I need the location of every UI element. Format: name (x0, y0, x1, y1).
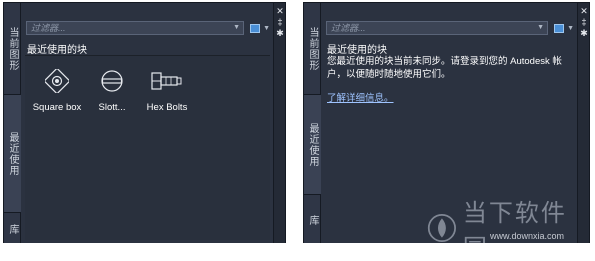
tab-recent-label: 最近使用 (7, 131, 18, 176)
tab-libraries[interactable]: 库 (304, 195, 321, 246)
filter-placeholder: 过滤器... (331, 23, 366, 33)
block-palette-right: 当前图形 最近使用 库 过滤器... ▼ ▼ 最近使用的块 您最近使用的块当前未… (303, 2, 590, 261)
palette-side-tabs: 当前图形 最近使用 库 (304, 3, 321, 246)
block-label: Slott... (98, 102, 126, 113)
tab-current-drawing-label: 当前图形 (7, 26, 18, 71)
block-item-square-box[interactable]: Square box (27, 68, 87, 113)
properties-icon[interactable]: ✱ (578, 28, 590, 38)
chevron-down-icon[interactable]: ▼ (537, 22, 544, 34)
filter-placeholder: 过滤器... (31, 23, 66, 33)
tab-current-drawing[interactable]: 当前图形 (4, 3, 21, 95)
view-mode-icon[interactable] (250, 23, 261, 33)
view-dropdown-icon[interactable]: ▼ (263, 25, 270, 32)
auto-hide-icon[interactable]: ‡ (578, 17, 590, 27)
block-grid: Square box Slott... Hex Bolts (25, 55, 270, 240)
properties-icon[interactable]: ✱ (274, 28, 286, 38)
tab-libraries-label: 库 (307, 214, 318, 226)
section-title: 最近使用的块 (27, 45, 87, 56)
block-palette-left: 当前图形 最近使用 库 过滤器... ▼ ▼ 最近使用的块 Square box… (3, 2, 286, 246)
chevron-down-icon[interactable]: ▼ (233, 22, 240, 34)
watermark-url: www.downxia.com (490, 231, 565, 241)
palette-title-strip: ✕ ‡ ✱ (577, 3, 589, 244)
tab-recent[interactable]: 最近使用 (304, 95, 321, 195)
tab-current-drawing-label: 当前图形 (307, 26, 318, 71)
torn-edge (0, 243, 595, 261)
square-box-icon (27, 68, 87, 94)
tab-libraries[interactable]: 库 (4, 213, 21, 246)
slotted-circle-icon (82, 68, 142, 94)
block-item-slotted[interactable]: Slott... (82, 68, 142, 113)
palette-toolbar: 过滤器... ▼ ▼ (326, 20, 574, 36)
palette-title-strip: ✕ ‡ ✱ (273, 3, 285, 244)
block-item-hex-bolts[interactable]: Hex Bolts (137, 68, 197, 113)
palette-toolbar: 过滤器... ▼ ▼ (26, 20, 270, 36)
view-mode-icon[interactable] (554, 23, 565, 33)
sync-message: 您最近使用的块当前未同步。请登录到您的 Autodesk 帐户，以便随时随地使用… (327, 56, 562, 80)
view-dropdown-icon[interactable]: ▼ (567, 25, 574, 32)
close-icon[interactable]: ✕ (274, 6, 286, 16)
palette-content: 过滤器... ▼ ▼ 最近使用的块 您最近使用的块当前未同步。请登录到您的 Au… (322, 3, 577, 261)
tab-recent-label: 最近使用 (307, 122, 318, 167)
hex-bolt-icon (137, 68, 197, 94)
palette-content: 过滤器... ▼ ▼ 最近使用的块 Square box Slott... He… (22, 3, 273, 244)
tab-current-drawing[interactable]: 当前图形 (304, 3, 321, 95)
block-label: Hex Bolts (146, 102, 188, 113)
close-icon[interactable]: ✕ (578, 6, 590, 16)
learn-more-link[interactable]: 了解详细信息。 (327, 90, 394, 104)
filter-input[interactable]: 过滤器... ▼ (326, 21, 549, 35)
filter-input[interactable]: 过滤器... ▼ (26, 21, 245, 35)
tab-libraries-label: 库 (7, 223, 18, 235)
block-label: Square box (32, 102, 82, 113)
section-title: 最近使用的块 (327, 45, 387, 56)
tab-recent[interactable]: 最近使用 (4, 95, 21, 213)
auto-hide-icon[interactable]: ‡ (274, 17, 286, 27)
watermark-logo-icon (427, 213, 456, 243)
palette-side-tabs: 当前图形 最近使用 库 (4, 3, 21, 246)
